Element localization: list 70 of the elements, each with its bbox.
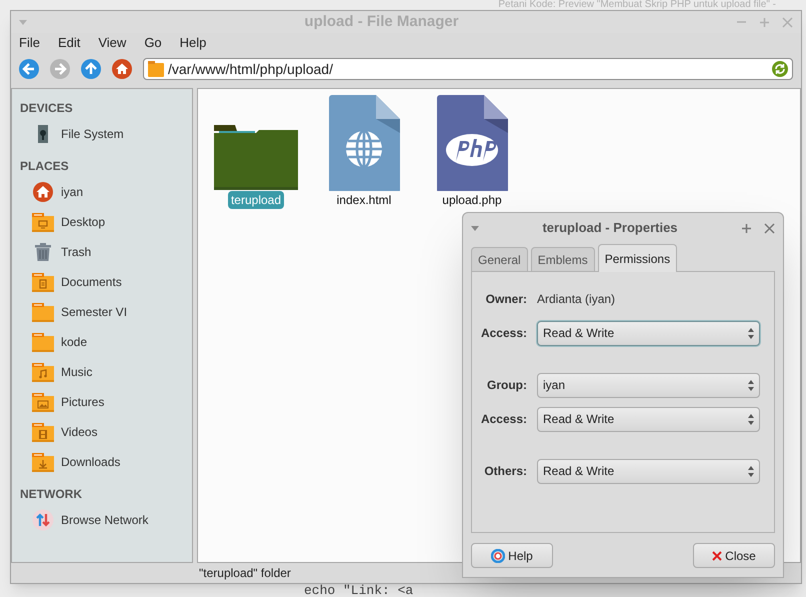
sidebar-item[interactable]: Semester VI xyxy=(12,297,192,327)
desktop-folder-icon xyxy=(32,212,54,232)
folder-icon xyxy=(32,332,54,352)
menu-item[interactable]: View xyxy=(98,33,126,53)
close-button[interactable]: Close xyxy=(693,543,775,568)
field-label: Access: xyxy=(480,325,528,342)
menu-item[interactable]: File xyxy=(19,33,40,53)
sidebar-item[interactable]: iyan xyxy=(12,177,192,207)
pictures-folder-icon xyxy=(32,392,54,412)
section-heading: PLACES xyxy=(19,158,70,175)
close-icon xyxy=(712,550,722,560)
tab[interactable]: Emblems xyxy=(530,247,595,271)
field-label: Access: xyxy=(480,411,528,428)
spinner-arrows-icon xyxy=(748,380,754,390)
videos-folder-icon xyxy=(32,422,54,442)
sidebar-item[interactable]: Music xyxy=(12,357,192,387)
file-name[interactable]: upload.php xyxy=(439,191,505,209)
lifebuoy-icon xyxy=(491,548,506,562)
tab[interactable]: General xyxy=(471,247,528,271)
field-label: Others: xyxy=(483,463,528,480)
tab[interactable]: Permissions xyxy=(598,244,678,272)
dialog-title: terupload - Properties xyxy=(541,219,679,238)
sidebar-item[interactable]: Trash xyxy=(12,237,192,267)
menu-item[interactable]: Help xyxy=(180,33,206,53)
maximize-icon[interactable] xyxy=(741,222,752,234)
section-heading: DEVICES xyxy=(19,100,74,117)
sidebar-item[interactable]: Downloads xyxy=(12,447,192,477)
field-label: Owner: xyxy=(484,291,528,308)
owner-value: Ardianta (iyan) xyxy=(537,291,616,308)
close-icon[interactable] xyxy=(764,222,775,234)
field-label: Group: xyxy=(486,377,528,394)
sidebar-item[interactable]: Browse Network xyxy=(12,505,192,535)
select-field[interactable]: iyan xyxy=(537,372,760,398)
spinner-arrows-icon xyxy=(748,328,754,338)
sidebar-item[interactable]: File System xyxy=(12,119,192,149)
up-icon[interactable] xyxy=(81,59,101,79)
background-window-title: Petani Kode: Preview "Membuat Skrip PHP untuk upload file" - xyxy=(498,0,776,10)
spinner-arrows-icon xyxy=(748,466,754,476)
select-field[interactable]: Read & Write xyxy=(537,458,760,484)
window-menu-icon[interactable] xyxy=(471,226,479,230)
status-text: "terupload" folder xyxy=(199,565,291,582)
sidebar-item[interactable]: Documents xyxy=(12,267,192,297)
spinner-arrows-icon xyxy=(748,414,754,424)
sidebar-item[interactable]: kode xyxy=(12,327,192,357)
downloads-folder-icon xyxy=(32,452,54,472)
folder-icon xyxy=(148,61,164,77)
help-button[interactable]: Help xyxy=(471,543,553,568)
location-field[interactable]: /var/www/html/php/upload/ xyxy=(143,58,793,80)
section-heading: NETWORK xyxy=(19,486,83,503)
folder-icon xyxy=(214,125,298,191)
back-icon[interactable] xyxy=(19,59,39,79)
php-document-icon xyxy=(436,95,508,191)
home-icon[interactable] xyxy=(112,59,132,79)
menu-item[interactable]: Go xyxy=(144,33,162,53)
select-field[interactable]: Read & Write xyxy=(537,406,760,432)
menu-item[interactable]: Edit xyxy=(58,33,80,53)
file-name[interactable]: index.html xyxy=(334,191,394,209)
music-folder-icon xyxy=(32,362,54,382)
sidebar-item[interactable]: Pictures xyxy=(12,387,192,417)
documents-folder-icon xyxy=(32,272,54,292)
network-icon xyxy=(32,509,54,531)
home-icon xyxy=(32,181,54,203)
select-field[interactable]: Read & Write xyxy=(537,320,760,346)
code-text: echo "Link: <a xyxy=(304,585,414,597)
trash-icon xyxy=(32,242,54,262)
folder-icon xyxy=(32,302,54,322)
sidebar-item[interactable]: Videos xyxy=(12,417,192,447)
sidebar-item[interactable]: Desktop xyxy=(12,207,192,237)
globe-document-icon xyxy=(328,95,400,191)
reload-icon[interactable] xyxy=(772,61,788,77)
